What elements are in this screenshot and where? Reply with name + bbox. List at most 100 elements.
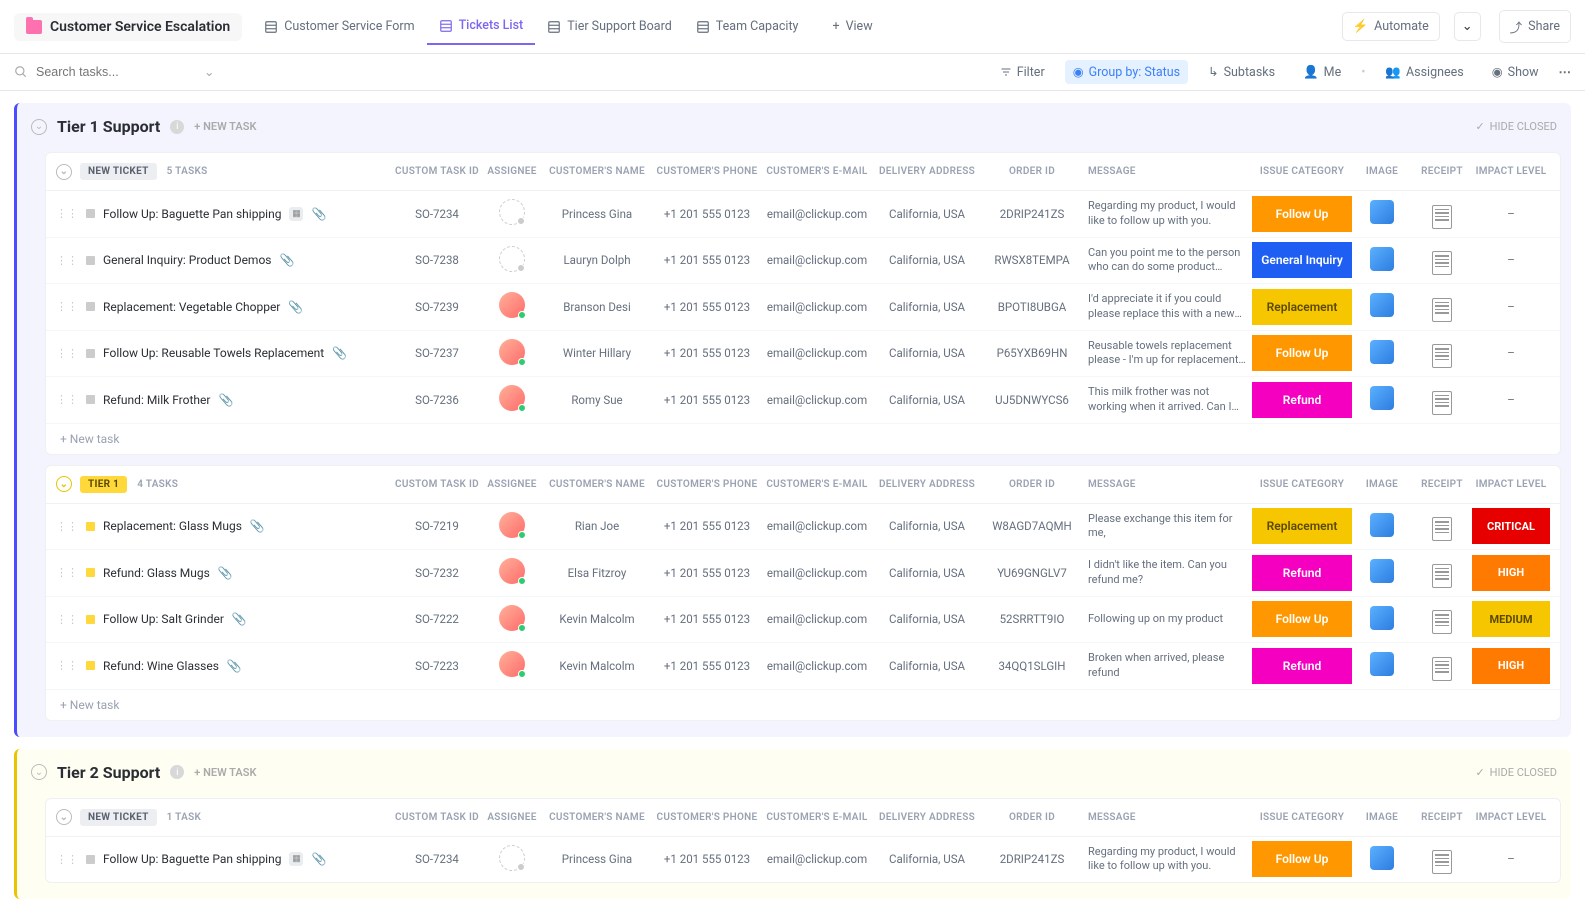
assignee-avatar[interactable] [499, 558, 525, 584]
view-tab[interactable]: Customer Service Form [252, 9, 426, 44]
info-icon[interactable]: i [170, 765, 184, 779]
collapse-icon[interactable]: ⌄ [56, 476, 72, 492]
image-thumb-icon[interactable] [1370, 846, 1394, 870]
customer-name-cell[interactable]: Lauryn Dolph [542, 253, 652, 267]
image-thumb-icon[interactable] [1370, 606, 1394, 630]
impact-cell[interactable]: – [1472, 346, 1550, 360]
attachment-icon[interactable]: 📎 [332, 346, 347, 360]
image-thumb-icon[interactable] [1370, 247, 1394, 271]
address-cell[interactable]: California, USA [872, 852, 982, 866]
phone-cell[interactable]: +1 201 555 0123 [652, 253, 762, 267]
phone-cell[interactable]: +1 201 555 0123 [652, 852, 762, 866]
me-button[interactable]: 👤 Me [1295, 61, 1349, 84]
status-pill[interactable]: NEW TICKET [80, 163, 157, 180]
status-square-icon[interactable] [86, 661, 95, 670]
task-id-cell[interactable]: SO-7232 [392, 566, 482, 580]
receipt-icon[interactable] [1432, 298, 1452, 322]
assignee-cell[interactable] [482, 246, 542, 275]
email-cell[interactable]: email@clickup.com [762, 852, 872, 866]
receipt-icon[interactable] [1432, 517, 1452, 541]
image-cell[interactable] [1352, 513, 1412, 540]
folder-chip[interactable]: Customer Service Escalation [14, 13, 242, 41]
message-cell[interactable]: Reusable towels replacement please - I'm… [1082, 339, 1252, 368]
assignee-avatar-empty[interactable] [499, 246, 525, 272]
task-title[interactable]: Follow Up: Baguette Pan shipping [103, 207, 281, 221]
image-cell[interactable] [1352, 247, 1412, 274]
impact-cell[interactable]: – [1472, 300, 1550, 314]
customer-name-cell[interactable]: Branson Desi [542, 300, 652, 314]
address-cell[interactable]: California, USA [872, 519, 982, 533]
show-button[interactable]: ◉ Show [1484, 60, 1547, 84]
image-thumb-icon[interactable] [1370, 513, 1394, 537]
assignee-avatar-empty[interactable] [499, 845, 525, 871]
attachment-icon[interactable]: 📎 [280, 253, 295, 267]
message-cell[interactable]: Broken when arrived, please refund [1082, 651, 1252, 680]
receipt-icon[interactable] [1432, 205, 1452, 229]
receipt-cell[interactable] [1412, 605, 1472, 635]
receipt-icon[interactable] [1432, 251, 1452, 275]
address-cell[interactable]: California, USA [872, 253, 982, 267]
email-cell[interactable]: email@clickup.com [762, 519, 872, 533]
attachment-icon[interactable]: 📎 [218, 566, 233, 580]
assignee-cell[interactable] [482, 845, 542, 874]
assignees-button[interactable]: 👥 Assignees [1377, 61, 1471, 84]
collapse-icon[interactable]: ⌄ [56, 809, 72, 825]
impact-cell[interactable]: – [1472, 253, 1550, 267]
task-id-cell[interactable]: SO-7222 [392, 612, 482, 626]
subtask-icon[interactable]: ▦ [289, 207, 303, 221]
groupby-button[interactable]: ◉ Group by: Status [1065, 60, 1188, 84]
drag-handle-icon[interactable]: ⋮⋮ [56, 300, 78, 313]
info-icon[interactable]: i [170, 120, 184, 134]
message-cell[interactable]: I didn't like the item. Can you refund m… [1082, 558, 1252, 587]
image-cell[interactable] [1352, 559, 1412, 586]
assignee-cell[interactable] [482, 292, 542, 321]
customer-name-cell[interactable]: Elsa Fitzroy [542, 566, 652, 580]
status-square-icon[interactable] [86, 256, 95, 265]
task-id-cell[interactable]: SO-7234 [392, 852, 482, 866]
drag-handle-icon[interactable]: ⋮⋮ [56, 254, 78, 267]
drag-handle-icon[interactable]: ⋮⋮ [56, 393, 78, 406]
image-cell[interactable] [1352, 293, 1412, 320]
more-icon[interactable]: ⋯ [1559, 64, 1572, 80]
task-title[interactable]: General Inquiry: Product Demos [103, 253, 272, 267]
task-id-cell[interactable]: SO-7239 [392, 300, 482, 314]
image-thumb-icon[interactable] [1370, 652, 1394, 676]
image-cell[interactable] [1352, 606, 1412, 633]
receipt-icon[interactable] [1432, 564, 1452, 588]
receipt-cell[interactable] [1412, 385, 1472, 415]
assignee-cell[interactable] [482, 339, 542, 368]
assignee-avatar-empty[interactable] [499, 199, 525, 225]
category-cell[interactable]: Refund [1252, 563, 1352, 583]
new-task-link[interactable]: + NEW TASK [194, 120, 256, 133]
address-cell[interactable]: California, USA [872, 566, 982, 580]
order-cell[interactable]: BPOTI8UBGA [982, 300, 1082, 314]
image-thumb-icon[interactable] [1370, 200, 1394, 224]
address-cell[interactable]: California, USA [872, 659, 982, 673]
attachment-icon[interactable]: 📎 [288, 300, 303, 314]
status-pill[interactable]: TIER 1 [80, 476, 127, 493]
attachment-icon[interactable]: 📎 [232, 612, 247, 626]
customer-name-cell[interactable]: Princess Gina [542, 207, 652, 221]
status-square-icon[interactable] [86, 349, 95, 358]
assignee-avatar[interactable] [499, 605, 525, 631]
impact-cell[interactable]: – [1472, 207, 1550, 221]
category-cell[interactable]: Follow Up [1252, 343, 1352, 363]
email-cell[interactable]: email@clickup.com [762, 566, 872, 580]
email-cell[interactable]: email@clickup.com [762, 207, 872, 221]
message-cell[interactable]: This milk frother was not working when i… [1082, 385, 1252, 414]
task-title[interactable]: Follow Up: Baguette Pan shipping [103, 852, 281, 866]
assignee-cell[interactable] [482, 651, 542, 680]
drag-handle-icon[interactable]: ⋮⋮ [56, 659, 78, 672]
task-title[interactable]: Refund: Wine Glasses [103, 659, 219, 673]
task-id-cell[interactable]: SO-7237 [392, 346, 482, 360]
message-cell[interactable]: Regarding my product, I would like to fo… [1082, 845, 1252, 874]
drag-handle-icon[interactable]: ⋮⋮ [56, 853, 78, 866]
assignee-cell[interactable] [482, 558, 542, 587]
assignee-cell[interactable] [482, 385, 542, 414]
task-id-cell[interactable]: SO-7234 [392, 207, 482, 221]
automate-button[interactable]: ⚡ Automate [1342, 12, 1440, 41]
attachment-icon[interactable]: 📎 [250, 519, 265, 533]
task-title[interactable]: Refund: Milk Frother [103, 393, 210, 407]
image-thumb-icon[interactable] [1370, 386, 1394, 410]
attachment-icon[interactable]: 📎 [227, 659, 242, 673]
